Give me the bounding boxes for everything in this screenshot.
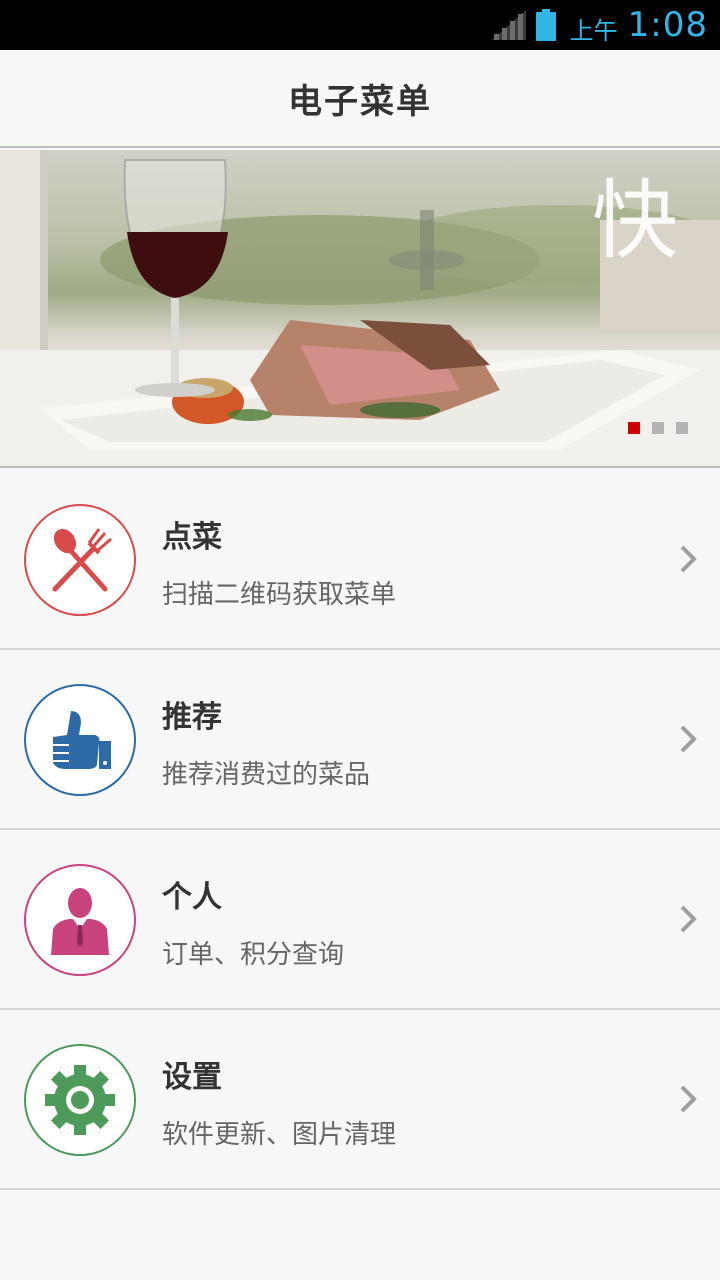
chevron-right-icon [680, 1085, 697, 1113]
chevron-right-icon [680, 545, 697, 573]
menu-item-subtitle: 扫描二维码获取菜单 [162, 580, 397, 610]
carousel-dot-2[interactable] [652, 422, 664, 434]
menu-item-settings[interactable]: 设置 软件更新、图片清理 [0, 1010, 720, 1190]
status-bar: 上午 1:08 [0, 0, 720, 50]
carousel-dot-3[interactable] [676, 422, 688, 434]
menu-item-title: 点菜 [162, 520, 222, 555]
banner-image: 快 [0, 150, 720, 466]
menu-item-title: 推荐 [162, 700, 222, 735]
battery-icon [535, 9, 556, 41]
menu-item-subtitle: 软件更新、图片清理 [162, 1120, 397, 1150]
banner-carousel[interactable]: 快 [0, 150, 720, 468]
chevron-right-icon [680, 905, 697, 933]
gear-icon [24, 1044, 136, 1156]
utensils-icon [24, 504, 136, 616]
menu-item-order[interactable]: 点菜 扫描二维码获取菜单 [0, 470, 720, 650]
carousel-dot-1[interactable] [628, 422, 640, 434]
menu-item-title: 设置 [162, 1060, 222, 1095]
title-bar: 电子菜单 [0, 50, 720, 148]
menu-item-recommend[interactable]: 推荐 推荐消费过的菜品 [0, 650, 720, 830]
status-ampm: 上午 [569, 16, 618, 45]
menu-item-subtitle: 推荐消费过的菜品 [162, 760, 371, 790]
signal-icon [491, 10, 526, 40]
page-title: 电子菜单 [288, 81, 432, 122]
thumbs-up-icon [24, 684, 136, 796]
person-icon [24, 864, 136, 976]
chevron-right-icon [680, 725, 697, 753]
carousel-indicator [628, 422, 688, 434]
menu-item-title: 个人 [162, 880, 222, 915]
status-time: 1:08 [627, 5, 708, 45]
menu-item-subtitle: 订单、积分查询 [162, 940, 345, 970]
banner-calligraphy: 快 [592, 171, 678, 271]
menu-item-personal[interactable]: 个人 订单、积分查询 [0, 830, 720, 1010]
menu-list: 点菜 扫描二维码获取菜单 推荐 推荐消费过的菜品 个人 订单、积分查询 设置 软… [0, 470, 720, 1190]
